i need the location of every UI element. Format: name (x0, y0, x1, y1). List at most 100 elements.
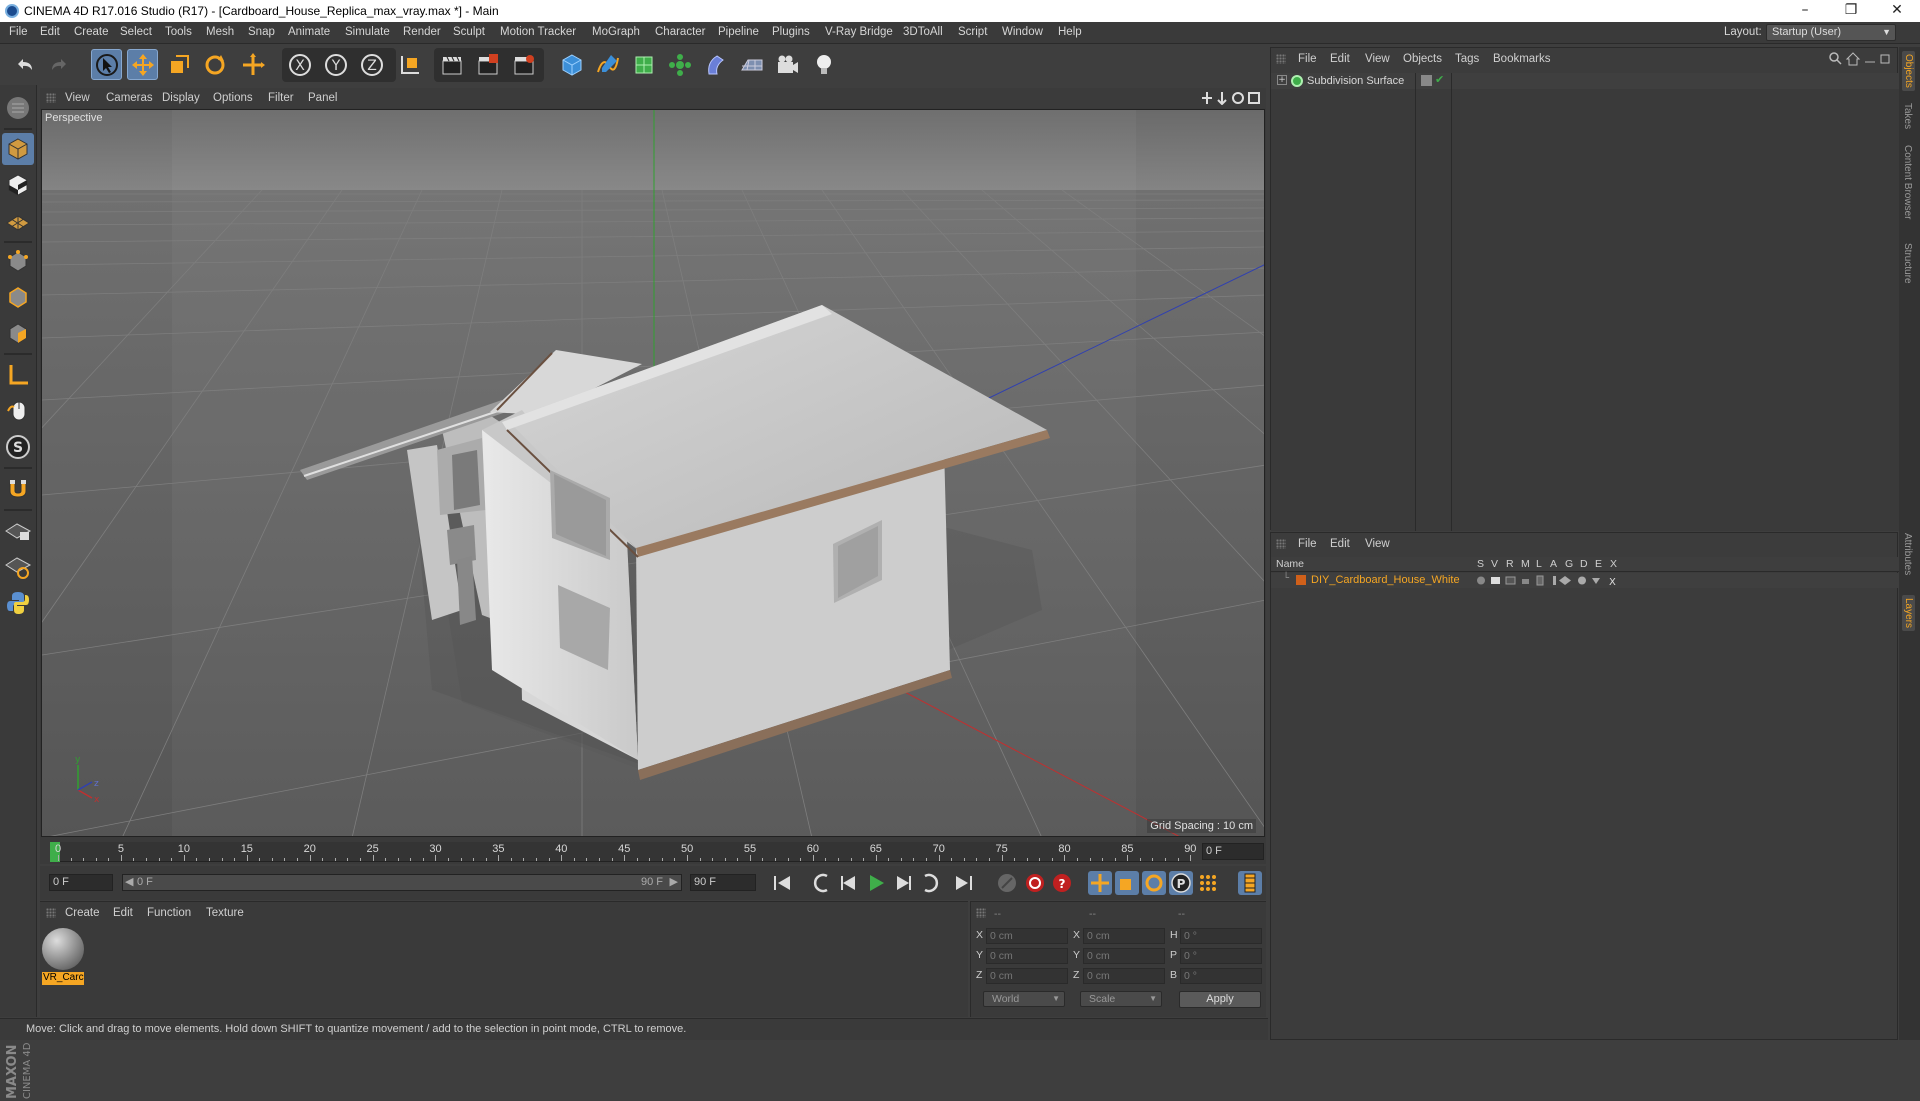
redo-button[interactable] (43, 49, 74, 80)
restore-button[interactable]: ❐ (1828, 0, 1874, 22)
size-y-field[interactable]: 0 cm (1083, 948, 1165, 964)
layer-name[interactable]: DIY_Cardboard_House_White (1311, 574, 1460, 586)
menu-snap[interactable]: Snap (248, 26, 275, 38)
model-mode-button[interactable] (2, 133, 34, 165)
column-render[interactable]: R (1506, 558, 1514, 570)
layer-toggle-icons[interactable]: X (1476, 575, 1626, 586)
layer-menu-edit[interactable]: Edit (1330, 538, 1350, 550)
python-button[interactable] (2, 587, 34, 619)
workplane-mode-button[interactable] (2, 205, 34, 237)
render-picture-viewer-button[interactable] (472, 49, 503, 80)
menu-mesh[interactable]: Mesh (206, 26, 234, 38)
render-view-button[interactable] (436, 49, 467, 80)
rotate-tool-button[interactable] (199, 49, 230, 80)
play-button[interactable] (864, 871, 888, 895)
menu-script[interactable]: Script (958, 26, 987, 38)
object-menu-edit[interactable]: Edit (1330, 53, 1350, 65)
x-axis-lock-button[interactable]: X (284, 49, 315, 80)
camera-button[interactable] (772, 49, 803, 80)
expand-icon[interactable]: + (1277, 75, 1287, 85)
material-menu-edit[interactable]: Edit (113, 907, 133, 919)
points-mode-button[interactable] (2, 245, 34, 277)
minimize-button[interactable]: – (1782, 0, 1828, 22)
column-expressions[interactable]: E (1595, 558, 1602, 570)
cube-primitive-button[interactable] (556, 49, 587, 80)
close-button[interactable]: ✕ (1874, 0, 1920, 22)
y-axis-lock-button[interactable]: Y (320, 49, 351, 80)
record-active-objects-button[interactable] (1023, 871, 1047, 895)
current-frame-field[interactable]: 0 F (1202, 843, 1264, 860)
rot-p-field[interactable]: 0 ° (1180, 948, 1262, 964)
frame-range-slider[interactable]: ◀ 0 F 90 F ▶ (122, 874, 682, 891)
workplane-rotate-button[interactable] (2, 551, 34, 583)
menu-simulate[interactable]: Simulate (345, 26, 390, 38)
column-locked[interactable]: L (1536, 558, 1542, 570)
make-editable-button[interactable] (2, 92, 34, 124)
tab-takes[interactable]: Takes (1902, 103, 1913, 129)
viewport-menu-display[interactable]: Display (162, 92, 200, 104)
start-frame-field[interactable]: 0 F (49, 874, 113, 891)
material-menu-texture[interactable]: Texture (206, 907, 244, 919)
size-mode-dropdown[interactable]: Scale ▼ (1080, 991, 1162, 1007)
timeline-ruler[interactable]: 0 5 10 15 20 25 30 35 40 45 50 55 60 65 70 75 80 85 90 0 F (40, 840, 1266, 864)
column-solo[interactable]: S (1477, 558, 1484, 570)
visibility-toggle-icon[interactable] (1421, 75, 1432, 86)
object-menu-file[interactable]: File (1298, 53, 1317, 65)
viewport-navigation-icons[interactable] (1202, 91, 1262, 105)
next-key-button[interactable] (918, 871, 942, 895)
viewport-menu-filter[interactable]: Filter (268, 92, 294, 104)
layer-menu-view[interactable]: View (1365, 538, 1390, 550)
lock-workplane-button[interactable] (2, 515, 34, 547)
edges-mode-button[interactable] (2, 281, 34, 313)
menu-sculpt[interactable]: Sculpt (453, 26, 485, 38)
object-menu-objects[interactable]: Objects (1403, 53, 1442, 65)
menu-3dtoall[interactable]: 3DToAll (903, 26, 943, 38)
pos-y-field[interactable]: 0 cm (986, 948, 1068, 964)
menu-plugins[interactable]: Plugins (772, 26, 810, 38)
material-menu-function[interactable]: Function (147, 907, 191, 919)
menu-tools[interactable]: Tools (165, 26, 192, 38)
coordinate-space-dropdown[interactable]: World ▼ (983, 991, 1065, 1007)
rot-h-field[interactable]: 0 ° (1180, 928, 1262, 944)
subdivision-surface-button[interactable] (628, 49, 659, 80)
transform-tool-button[interactable] (237, 49, 268, 80)
object-name[interactable]: Subdivision Surface (1307, 75, 1404, 87)
material-menu-create[interactable]: Create (65, 907, 100, 919)
previous-frame-button[interactable] (837, 871, 861, 895)
undo-button[interactable] (9, 49, 40, 80)
key-rotation-button[interactable] (1142, 871, 1166, 895)
menu-mograph[interactable]: MoGraph (592, 26, 640, 38)
coordinate-system-button[interactable] (394, 49, 425, 80)
menu-select[interactable]: Select (120, 26, 152, 38)
size-z-field[interactable]: 0 cm (1083, 968, 1165, 984)
object-menu-tags[interactable]: Tags (1455, 53, 1479, 65)
axis-mode-button[interactable] (2, 359, 34, 391)
menu-edit[interactable]: Edit (40, 26, 60, 38)
go-to-end-button[interactable] (952, 871, 976, 895)
material-preview-sphere[interactable] (42, 928, 84, 970)
polygons-mode-button[interactable] (2, 317, 34, 349)
autokeying-button[interactable]: ? (1050, 871, 1074, 895)
menu-file[interactable]: File (9, 26, 28, 38)
floor-button[interactable] (736, 49, 767, 80)
layout-dropdown[interactable]: Startup (User) ▼ (1766, 24, 1896, 41)
viewport-menu-options[interactable]: Options (213, 92, 253, 104)
tab-objects[interactable]: Objects (1902, 51, 1915, 91)
object-menu-view[interactable]: View (1365, 53, 1390, 65)
object-menu-bookmarks[interactable]: Bookmarks (1493, 53, 1551, 65)
frame-ruler[interactable]: 0 5 10 15 20 25 30 35 40 45 50 55 60 65 70 75 80 85 90 (50, 842, 1196, 862)
move-tool-button[interactable] (127, 49, 158, 80)
record-disabled-button[interactable] (995, 871, 1019, 895)
apply-button[interactable]: Apply (1179, 991, 1261, 1008)
column-animation[interactable]: A (1550, 558, 1557, 570)
menu-character[interactable]: Character (655, 26, 706, 38)
tab-layers[interactable]: Layers (1902, 595, 1915, 632)
end-frame-field[interactable]: 90 F (690, 874, 756, 891)
column-manager[interactable]: M (1521, 558, 1530, 570)
menu-motion-tracker[interactable]: Motion Tracker (500, 26, 576, 38)
pos-x-field[interactable]: 0 cm (986, 928, 1068, 944)
column-name[interactable]: Name (1276, 558, 1304, 570)
spline-pen-button[interactable] (592, 49, 623, 80)
select-tool-button[interactable] (91, 49, 122, 80)
key-parameter-button[interactable]: P (1169, 871, 1193, 895)
